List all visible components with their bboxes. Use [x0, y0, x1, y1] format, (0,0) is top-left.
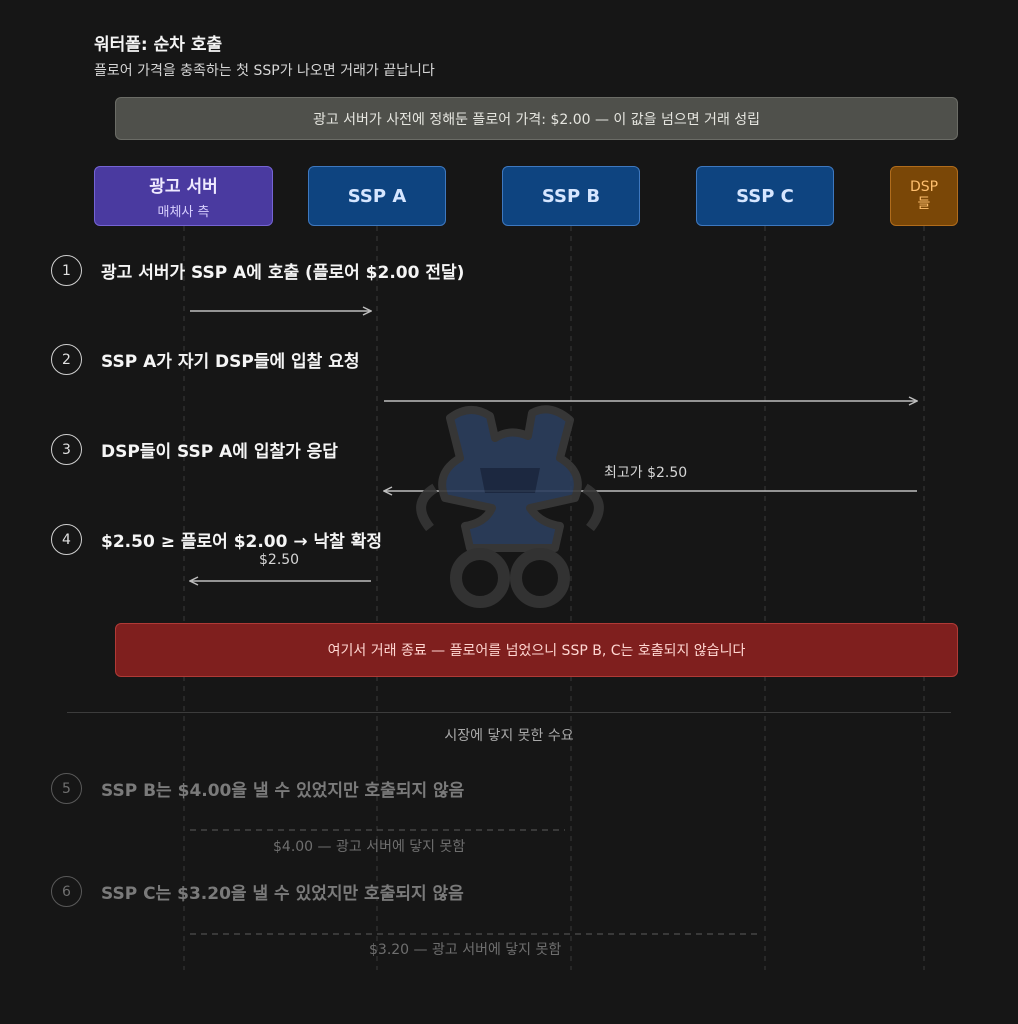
- actor-ssp-a: SSP A: [308, 166, 446, 226]
- deal-closed-banner: 여기서 거래 종료 — 플로어를 넘었으니 SSP B, C는 호출되지 않습니…: [115, 623, 958, 677]
- arrow-label-step5: $4.00 — 광고 서버에 닿지 못함: [273, 839, 466, 855]
- step-label: SSP A가 자기 DSP들에 입찰 요청: [101, 352, 360, 372]
- step-label: $2.50 ≥ 플로어 $2.00 → 낙찰 확정: [101, 532, 383, 552]
- actor-dsp-line1: DSP: [909, 179, 939, 196]
- step-number: 5: [51, 773, 82, 804]
- actor-ad-server-sub: 매체사 측: [157, 205, 210, 220]
- actor-ssp-b: SSP B: [502, 166, 640, 226]
- step-2: 2 SSP A가 자기 DSP들에 입찰 요청: [51, 344, 360, 375]
- step-1: 1 광고 서버가 SSP A에 호출 (플로어 $2.00 전달): [51, 255, 464, 286]
- step-number: 1: [51, 255, 82, 286]
- step-5: 5 SSP B는 $4.00을 낼 수 있었지만 호출되지 않음: [51, 773, 464, 804]
- step-4: 4 $2.50 ≥ 플로어 $2.00 → 낙찰 확정: [51, 524, 382, 555]
- step-6: 6 SSP C는 $3.20을 낼 수 있었지만 호출되지 않음: [51, 876, 464, 907]
- step-number: 6: [51, 876, 82, 907]
- actor-dsp-line2: 들: [917, 196, 931, 212]
- step-3: 3 DSP들이 SSP A에 입찰가 응답: [51, 434, 338, 465]
- watermark-logo: [416, 405, 604, 608]
- step-number: 4: [51, 524, 82, 555]
- step-number: 3: [51, 434, 82, 465]
- section-divider: [67, 712, 951, 713]
- step-label: DSP들이 SSP A에 입찰가 응답: [101, 442, 338, 462]
- actor-ad-server: 광고 서버 매체사 측: [94, 166, 273, 226]
- actor-ad-server-name: 광고 서버: [149, 177, 218, 197]
- arrow-label-step6: $3.20 — 광고 서버에 닿지 못함: [369, 942, 562, 958]
- actor-ssp-c: SSP C: [696, 166, 834, 226]
- arrow-label-step3: 최고가 $2.50: [604, 465, 688, 481]
- section-label-unmet-demand: 시장에 닿지 못한 수요: [444, 728, 574, 744]
- step-label: 광고 서버가 SSP A에 호출 (플로어 $2.00 전달): [101, 263, 465, 283]
- step-number: 2: [51, 344, 82, 375]
- arrow-label-step4: $2.50: [259, 552, 300, 568]
- step-label: SSP C는 $3.20을 낼 수 있었지만 호출되지 않음: [101, 884, 464, 904]
- actor-dsp: DSP 들: [890, 166, 958, 226]
- step-label: SSP B는 $4.00을 낼 수 있었지만 호출되지 않음: [101, 781, 465, 801]
